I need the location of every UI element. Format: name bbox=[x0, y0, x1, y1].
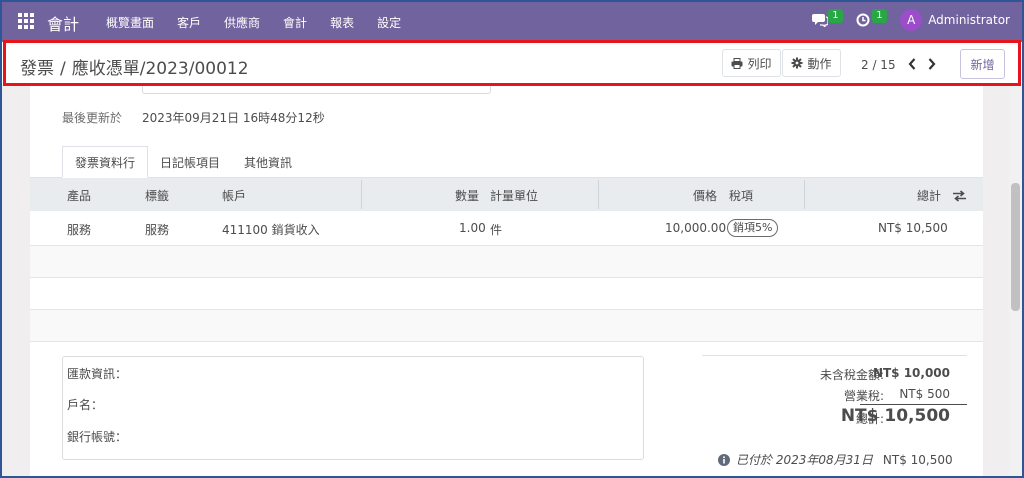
column-separator bbox=[804, 180, 805, 209]
activities-count-badge: 1 bbox=[872, 9, 887, 23]
menu-item-reports[interactable]: 報表 bbox=[330, 14, 354, 31]
totals-top-divider bbox=[702, 355, 967, 356]
payment-date-text: 已付於 2023年08月31日 bbox=[736, 453, 873, 467]
notebook-tabs: 發票資料行 日記帳項目 其他資訊 bbox=[62, 146, 304, 178]
cell-account: 411100 銷貨收入 bbox=[222, 223, 320, 237]
cell-label: 服務 bbox=[145, 223, 170, 237]
user-avatar[interactable]: A bbox=[900, 9, 923, 31]
chat-icon bbox=[812, 14, 829, 27]
pager-next-button[interactable] bbox=[922, 54, 942, 74]
row-divider bbox=[30, 341, 983, 342]
column-header-price[interactable]: 價格 bbox=[693, 187, 717, 204]
messages-count-badge: 1 bbox=[828, 9, 843, 23]
menu-item-customers[interactable]: 客戶 bbox=[177, 14, 201, 31]
cell-product: 服務 bbox=[67, 223, 92, 237]
tax-amount-label: 營業稅: bbox=[843, 389, 884, 403]
untaxed-amount-value: NT$ 10,000 bbox=[872, 366, 950, 380]
main-menu: 概覽畫面 客戶 供應商 會計 報表 設定 bbox=[106, 14, 424, 31]
apps-grid-icon[interactable] bbox=[18, 13, 34, 29]
menu-item-overview[interactable]: 概覽畫面 bbox=[106, 14, 154, 31]
user-menu-name[interactable]: Administrator bbox=[928, 13, 1010, 27]
column-header-total[interactable]: 總計 bbox=[917, 187, 941, 204]
form-background-right bbox=[983, 86, 1009, 478]
breadcrumb: 發票 / 應收憑單/2023/00012 bbox=[20, 54, 249, 79]
action-button-label: 動作 bbox=[807, 56, 832, 71]
optional-columns-toggle-icon[interactable] bbox=[953, 190, 966, 202]
app-brand[interactable]: 會計 bbox=[47, 11, 79, 35]
remittance-info-label: 匯款資訊： bbox=[67, 367, 128, 381]
account-name-label: 戶名： bbox=[67, 398, 104, 412]
last-updated-label: 最後更新於 bbox=[62, 111, 123, 125]
tax-badge: 銷項5% bbox=[727, 219, 779, 237]
column-header-taxes[interactable]: 稅項 bbox=[729, 187, 753, 204]
gear-icon bbox=[791, 57, 803, 69]
pager-previous-button[interactable] bbox=[902, 54, 922, 74]
bank-account-label: 銀行帳號： bbox=[67, 430, 128, 444]
chevron-right-icon bbox=[928, 58, 936, 70]
cell-price: 10,000.00 bbox=[665, 221, 727, 235]
action-button[interactable]: 動作 bbox=[782, 49, 841, 77]
menu-item-settings[interactable]: 設定 bbox=[377, 14, 401, 31]
column-header-product[interactable]: 產品 bbox=[67, 187, 91, 204]
column-header-quantity[interactable]: 數量 bbox=[455, 187, 479, 204]
partial-input-field[interactable] bbox=[142, 86, 491, 94]
tab-invoice-lines[interactable]: 發票資料行 bbox=[62, 146, 149, 178]
pager-value[interactable]: 2 / 15 bbox=[861, 58, 896, 72]
empty-row bbox=[30, 310, 983, 341]
new-button-label: 新增 bbox=[970, 57, 995, 72]
print-button[interactable]: 列印 bbox=[722, 49, 781, 77]
total-amount-value: NT$ 10,500 bbox=[840, 406, 950, 426]
chevron-left-icon bbox=[908, 58, 916, 70]
last-updated-value: 2023年09月21日 16時48分12秒 bbox=[142, 111, 325, 125]
column-separator bbox=[598, 180, 599, 209]
column-header-account[interactable]: 帳戶 bbox=[222, 187, 246, 204]
activities-button[interactable]: 1 bbox=[856, 8, 887, 32]
column-header-uom[interactable]: 計量單位 bbox=[490, 187, 538, 204]
scrollbar-thumb[interactable] bbox=[1011, 183, 1020, 311]
breadcrumb-parent-link[interactable]: 發票 bbox=[20, 59, 54, 79]
column-header-label[interactable]: 標籤 bbox=[145, 187, 169, 204]
new-button[interactable]: 新增 bbox=[960, 49, 1005, 79]
payment-line: 已付於 2023年08月31日 NT$ 10,500 bbox=[718, 451, 953, 468]
breadcrumb-current: 應收憑單/2023/00012 bbox=[71, 59, 249, 79]
tax-amount-value: NT$ 500 bbox=[899, 387, 950, 401]
total-divider bbox=[860, 404, 967, 405]
form-background-left bbox=[0, 86, 30, 478]
menu-item-vendors[interactable]: 供應商 bbox=[224, 14, 260, 31]
cell-quantity: 1.00 bbox=[459, 221, 486, 235]
breadcrumb-separator: / bbox=[60, 59, 66, 79]
nav-systray: 1 1 A Administrator bbox=[812, 8, 1010, 32]
clock-icon bbox=[856, 13, 870, 27]
cell-uom: 件 bbox=[490, 223, 503, 237]
printer-icon bbox=[731, 57, 743, 69]
payment-amount: NT$ 10,500 bbox=[882, 452, 953, 467]
empty-row bbox=[30, 246, 983, 277]
top-navbar: 會計 概覽畫面 客戶 供應商 會計 報表 設定 1 1 A Administra… bbox=[0, 0, 1024, 42]
info-icon[interactable] bbox=[718, 453, 730, 466]
cell-total: NT$ 10,500 bbox=[878, 221, 948, 235]
column-separator bbox=[361, 180, 362, 209]
tab-journal-items[interactable]: 日記帳項目 bbox=[148, 146, 232, 178]
messages-button[interactable]: 1 bbox=[812, 8, 843, 32]
narration-field[interactable] bbox=[62, 356, 644, 460]
empty-row bbox=[30, 278, 983, 309]
print-button-label: 列印 bbox=[747, 56, 772, 71]
tab-other-info[interactable]: 其他資訊 bbox=[232, 146, 304, 178]
menu-item-accounting[interactable]: 會計 bbox=[283, 14, 307, 31]
